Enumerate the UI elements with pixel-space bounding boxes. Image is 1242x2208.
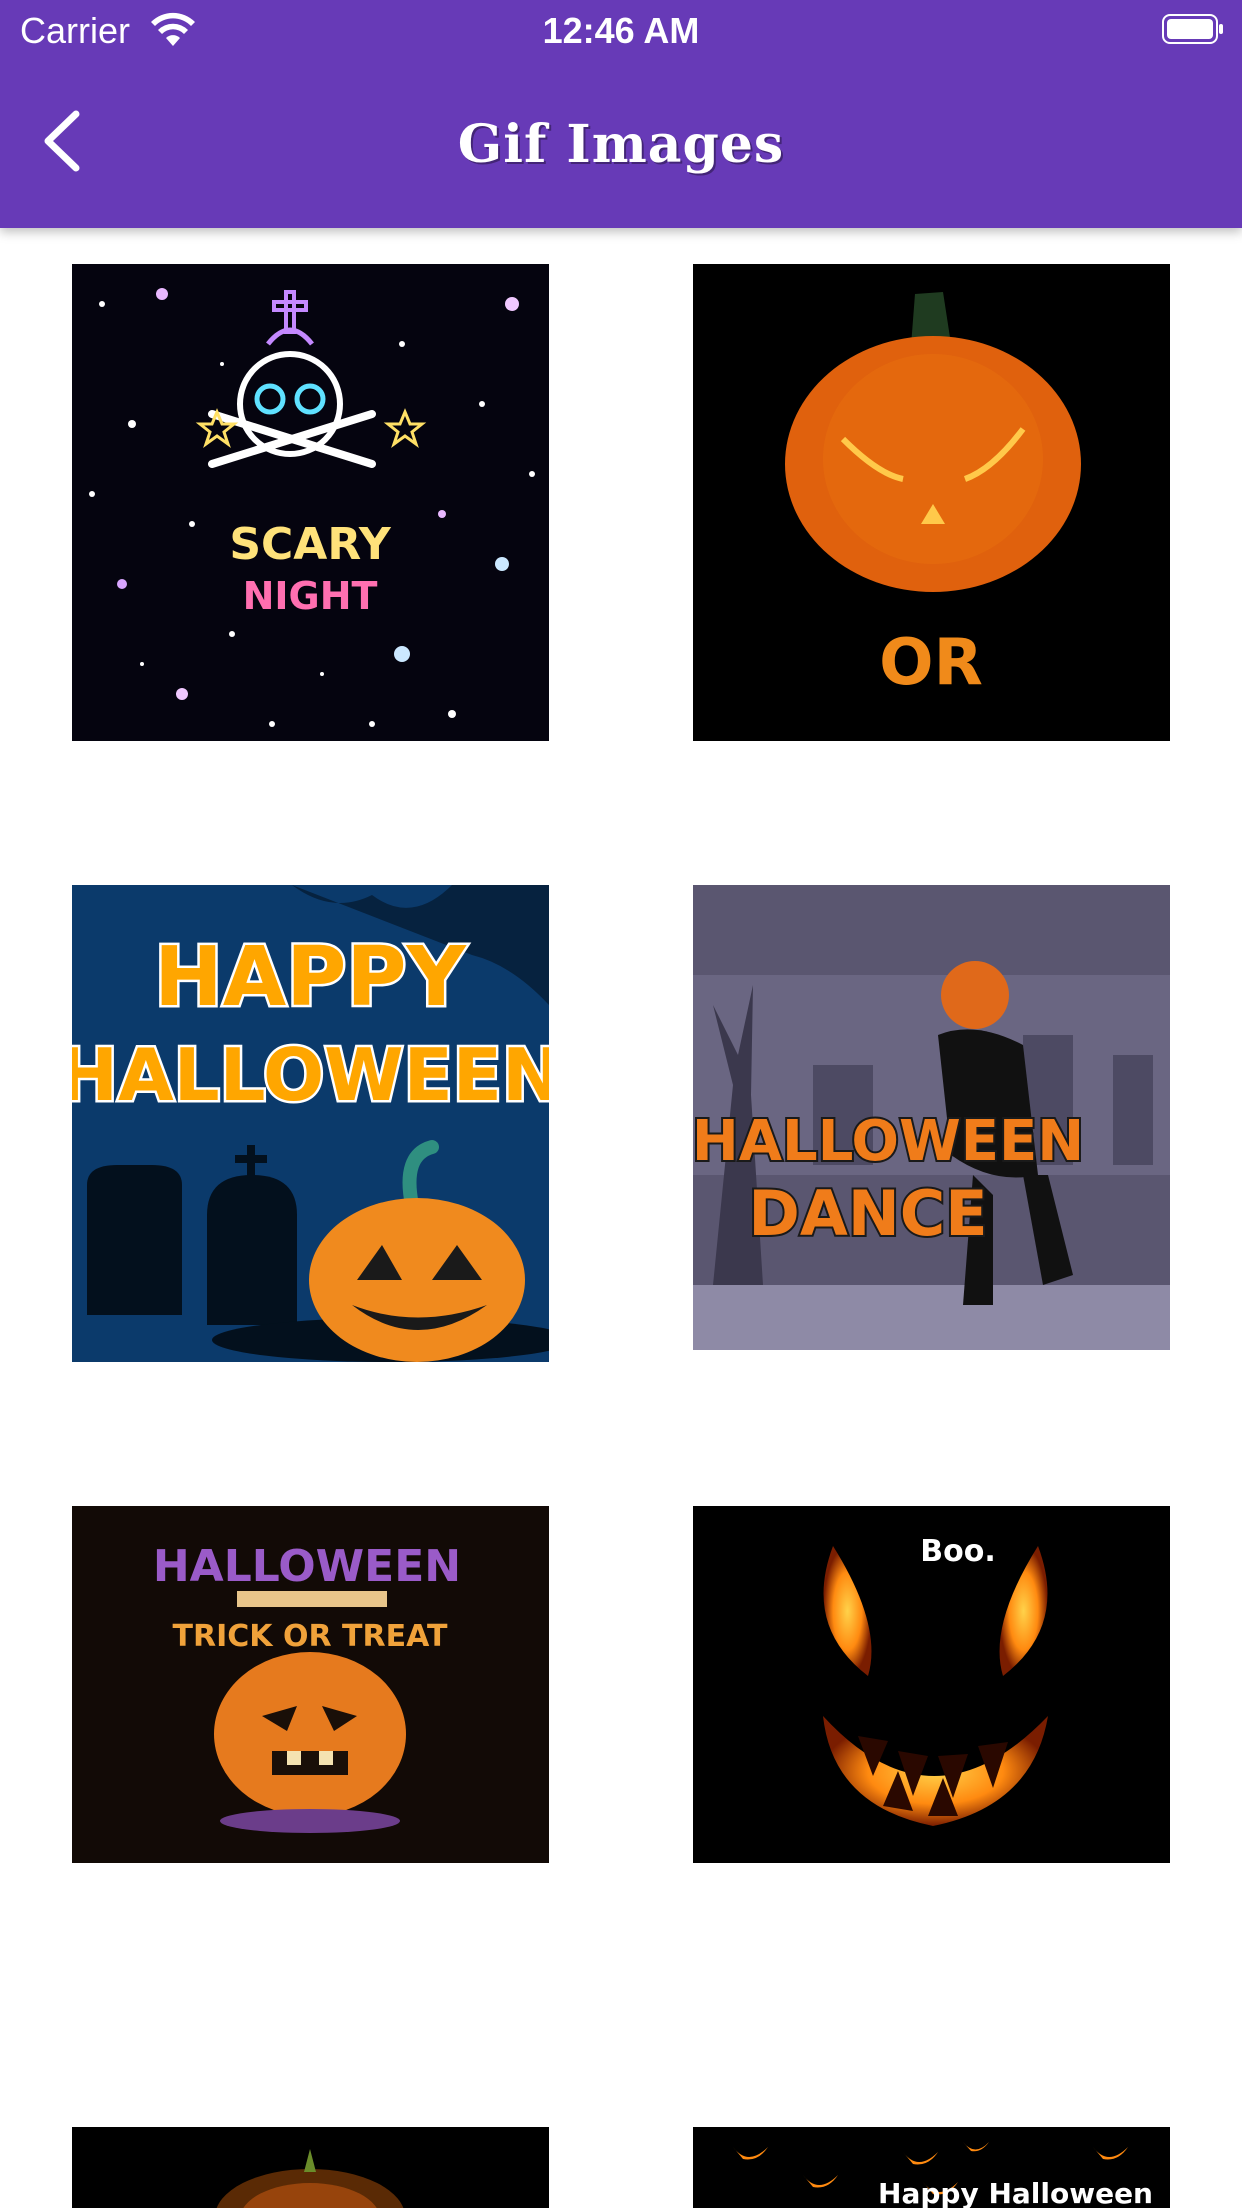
boo-pumpkin-image: Boo.: [693, 1506, 1170, 1863]
glowing-pumpkin-image: [72, 2127, 549, 2208]
dance-label: DANCE: [748, 1177, 987, 1250]
trick-or-treat-label: TRICK OR TREAT: [173, 1619, 448, 1654]
happy-label: HAPPY: [154, 930, 467, 1025]
boo-label: Boo.: [920, 1534, 995, 1569]
gif-grid: SCARY NIGHT OR HAPPY HALLOWEEN HALLOWEEN…: [0, 228, 1242, 2208]
gif-tile-glowing-pumpkin[interactable]: [72, 2127, 549, 2208]
happy-halloween-caption: Happy Halloween: [878, 2177, 1153, 2208]
battery-icon: [1162, 14, 1223, 44]
status-time: 12:46 AM: [542, 10, 700, 51]
halloween-dance-image: HALLOWEEN DANCE: [693, 885, 1170, 1350]
scary-night-image: SCARY NIGHT: [72, 264, 549, 741]
gif-tile-halloween-dance[interactable]: HALLOWEEN DANCE: [693, 885, 1170, 1350]
halloween-small-label: HALLOWEEN: [153, 1541, 461, 1592]
app-header: Carrier 12:46 AM Gif Images: [0, 0, 1242, 228]
halloween-dance-title: HALLOWEEN: [693, 1109, 1084, 1174]
happy-halloween-image: HAPPY HALLOWEEN: [72, 885, 549, 1362]
gif-tile-boo-pumpkin[interactable]: Boo.: [693, 1506, 1170, 1863]
or-label: OR: [879, 626, 983, 700]
halloween-label: HALLOWEEN: [72, 1033, 549, 1117]
happy-halloween-faces-image: Happy Halloween: [693, 2127, 1170, 2208]
gif-tile-pumpkin-or[interactable]: OR: [693, 264, 1170, 741]
trick-or-treat-image: HALLOWEEN TRICK OR TREAT: [72, 1506, 549, 1863]
navigation-bar: Gif Images: [0, 62, 1242, 228]
status-bar: Carrier 12:46 AM: [0, 0, 1242, 62]
gif-tile-happy-halloween[interactable]: HAPPY HALLOWEEN: [72, 885, 549, 1362]
scary-label: SCARY: [229, 519, 392, 570]
gif-tile-scary-night[interactable]: SCARY NIGHT: [72, 264, 549, 741]
night-label: NIGHT: [243, 574, 378, 618]
page-title: Gif Images: [457, 114, 785, 175]
gif-tile-happy-halloween-faces[interactable]: Happy Halloween: [693, 2127, 1170, 2208]
gif-tile-halloween-trick-or-treat[interactable]: HALLOWEEN TRICK OR TREAT: [72, 1506, 549, 1863]
pumpkin-or-image: OR: [693, 264, 1170, 741]
